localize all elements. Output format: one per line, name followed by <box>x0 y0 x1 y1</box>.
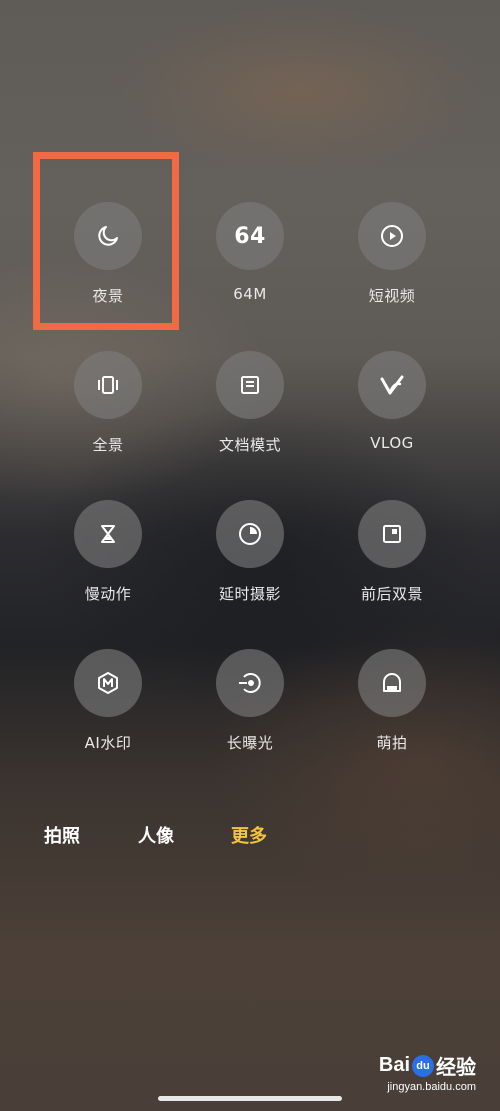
mode-label: AI水印 <box>84 734 132 752</box>
mode-label: 慢动作 <box>84 585 132 603</box>
mode-label: 夜景 <box>92 287 124 305</box>
baidu-jingyan-watermark: Bai du 经验 jingyan.baidu.com <box>356 1051 476 1093</box>
watermark-logo-text2: 经验 <box>436 1057 476 1079</box>
mode-short-video[interactable]: 短视频 <box>322 202 462 306</box>
mode-cute-shot[interactable]: 萌拍 <box>322 649 462 753</box>
mode-ai-watermark[interactable]: AI水印 <box>38 649 178 753</box>
tab-portrait[interactable]: 人像 <box>138 822 174 848</box>
tab-photo[interactable]: 拍照 <box>44 822 80 848</box>
mode-label: 萌拍 <box>376 734 408 752</box>
64-icon-text: 64 <box>234 223 266 249</box>
mode-vlog[interactable]: VLOG <box>322 351 462 452</box>
play-circle-icon <box>358 202 426 270</box>
mode-label: 文档模式 <box>218 436 281 454</box>
mode-label: 全景 <box>92 436 124 454</box>
mode-dual-view[interactable]: 前后双景 <box>322 500 462 604</box>
dual-view-icon <box>358 500 426 568</box>
timelapse-icon <box>216 500 284 568</box>
mode-label: 前后双景 <box>360 585 423 603</box>
mode-64m[interactable]: 64 64M <box>180 202 320 303</box>
64-icon: 64 <box>216 202 284 270</box>
watermark-logo: Bai du 经验 <box>356 1051 476 1080</box>
camera-mode-grid: 夜景 64 64M 短视频 全景 文档模式 VLOG 慢动作 延时摄影 前后双景… <box>0 0 500 800</box>
mode-tabs: 拍照 人像 更多 <box>0 822 500 852</box>
long-exposure-icon <box>216 649 284 717</box>
mode-label: VLOG <box>370 434 414 452</box>
mode-label: 延时摄影 <box>218 585 281 603</box>
document-icon <box>216 351 284 419</box>
mode-label: 短视频 <box>368 287 416 305</box>
vlog-icon <box>358 351 426 419</box>
mode-long-exposure[interactable]: 长曝光 <box>180 649 320 753</box>
paw-icon: du <box>412 1054 434 1077</box>
hourglass-icon <box>74 500 142 568</box>
mode-slow-motion[interactable]: 慢动作 <box>38 500 178 604</box>
mode-document[interactable]: 文档模式 <box>180 351 320 455</box>
moon-icon <box>74 202 142 270</box>
watermark-logo-text: Bai <box>378 1054 410 1076</box>
watermark-url: jingyan.baidu.com <box>387 1081 476 1093</box>
mode-night[interactable]: 夜景 <box>38 202 178 306</box>
cute-shot-icon <box>358 649 426 717</box>
ai-watermark-icon <box>74 649 142 717</box>
mode-timelapse[interactable]: 延时摄影 <box>180 500 320 604</box>
mode-panorama[interactable]: 全景 <box>38 351 178 455</box>
mode-label: 长曝光 <box>226 734 274 752</box>
tab-more[interactable]: 更多 <box>231 822 267 848</box>
home-indicator <box>158 1096 342 1101</box>
mode-label: 64M <box>233 285 267 303</box>
panorama-icon <box>74 351 142 419</box>
